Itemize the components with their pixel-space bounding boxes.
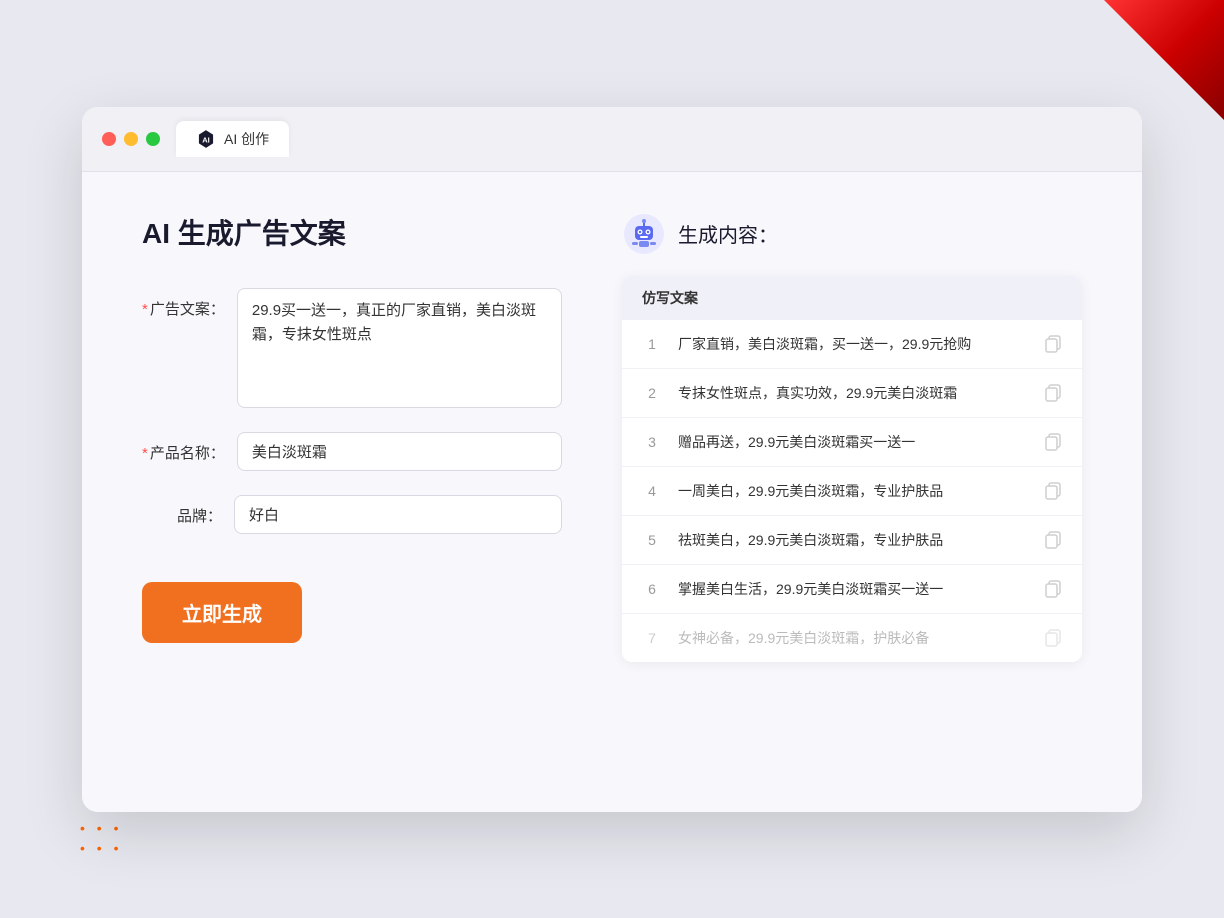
traffic-light-green[interactable]: [146, 132, 160, 146]
browser-toolbar: AI AI 创作: [82, 107, 1142, 172]
table-row: 4 一周美白，29.9元美白淡斑霜，专业护肤品: [622, 467, 1082, 516]
row-number: 6: [642, 581, 662, 597]
right-panel: 生成内容： 仿写文案 1 厂家直销，美白淡斑霜，买一送一，29.9元抢购 2 专…: [622, 212, 1082, 772]
traffic-lights: [102, 132, 160, 146]
copy-icon[interactable]: [1044, 384, 1062, 402]
copy-icon[interactable]: [1044, 433, 1062, 451]
form-group-product-name: *产品名称：: [142, 432, 562, 471]
table-row: 1 厂家直销，美白淡斑霜，买一送一，29.9元抢购: [622, 320, 1082, 369]
svg-text:AI: AI: [202, 135, 210, 144]
tab-title-label: AI 创作: [224, 129, 269, 149]
row-text: 祛斑美白，29.9元美白淡斑霜，专业护肤品: [678, 530, 1028, 550]
traffic-light-yellow[interactable]: [124, 132, 138, 146]
corner-decoration: [1104, 0, 1224, 120]
product-name-label: *产品名称：: [142, 432, 225, 463]
table-column-header: 仿写文案: [622, 276, 1082, 320]
copy-icon[interactable]: [1044, 335, 1062, 353]
table-row: 2 专抹女性斑点，真实功效，29.9元美白淡斑霜: [622, 369, 1082, 418]
table-row: 6 掌握美白生活，29.9元美白淡斑霜买一送一: [622, 565, 1082, 614]
copy-icon[interactable]: [1044, 629, 1062, 647]
brand-input[interactable]: [234, 495, 562, 534]
left-panel: AI 生成广告文案 *广告文案： 29.9买一送一，真正的厂家直销，美白淡斑霜，…: [142, 212, 562, 772]
row-text: 厂家直销，美白淡斑霜，买一送一，29.9元抢购: [678, 334, 1028, 354]
row-number: 3: [642, 434, 662, 450]
product-name-input[interactable]: [237, 432, 562, 471]
generate-button[interactable]: 立即生成: [142, 582, 302, 643]
browser-content: AI 生成广告文案 *广告文案： 29.9买一送一，真正的厂家直销，美白淡斑霜，…: [82, 172, 1142, 812]
robot-icon: [622, 212, 666, 256]
browser-tab[interactable]: AI AI 创作: [176, 121, 289, 157]
row-number: 7: [642, 630, 662, 646]
brand-label: 品牌：: [142, 495, 222, 526]
row-text: 专抹女性斑点，真实功效，29.9元美白淡斑霜: [678, 383, 1028, 403]
copy-icon[interactable]: [1044, 531, 1062, 549]
copy-icon[interactable]: [1044, 482, 1062, 500]
row-number: 2: [642, 385, 662, 401]
ad-copy-label: *广告文案：: [142, 288, 225, 319]
form-group-ad-copy: *广告文案： 29.9买一送一，真正的厂家直销，美白淡斑霜，专抹女性斑点: [142, 288, 562, 408]
row-text: 一周美白，29.9元美白淡斑霜，专业护肤品: [678, 481, 1028, 501]
table-row: 3 赠品再送，29.9元美白淡斑霜买一送一: [622, 418, 1082, 467]
required-star-product: *: [142, 445, 148, 462]
result-table: 仿写文案 1 厂家直销，美白淡斑霜，买一送一，29.9元抢购 2 专抹女性斑点，…: [622, 276, 1082, 662]
result-title: 生成内容：: [678, 219, 778, 248]
table-row: 7 女神必备，29.9元美白淡斑霜，护肤必备: [622, 614, 1082, 662]
ad-copy-textarea[interactable]: 29.9买一送一，真正的厂家直销，美白淡斑霜，专抹女性斑点: [237, 288, 562, 408]
browser-window: AI AI 创作 AI 生成广告文案 *广告文案： 29.9买一送一，真正的厂家…: [82, 107, 1142, 812]
dots-decoration: [80, 818, 160, 858]
row-number: 5: [642, 532, 662, 548]
row-number: 1: [642, 336, 662, 352]
row-text: 赠品再送，29.9元美白淡斑霜买一送一: [678, 432, 1028, 452]
traffic-light-red[interactable]: [102, 132, 116, 146]
ai-tab-icon: AI: [196, 129, 216, 149]
table-row: 5 祛斑美白，29.9元美白淡斑霜，专业护肤品: [622, 516, 1082, 565]
copy-icon[interactable]: [1044, 580, 1062, 598]
row-text: 掌握美白生活，29.9元美白淡斑霜买一送一: [678, 579, 1028, 599]
form-group-brand: 品牌：: [142, 495, 562, 534]
row-number: 4: [642, 483, 662, 499]
page-title: AI 生成广告文案: [142, 212, 562, 252]
row-text: 女神必备，29.9元美白淡斑霜，护肤必备: [678, 628, 1028, 648]
result-header: 生成内容：: [622, 212, 1082, 256]
required-star-ad: *: [142, 301, 148, 318]
